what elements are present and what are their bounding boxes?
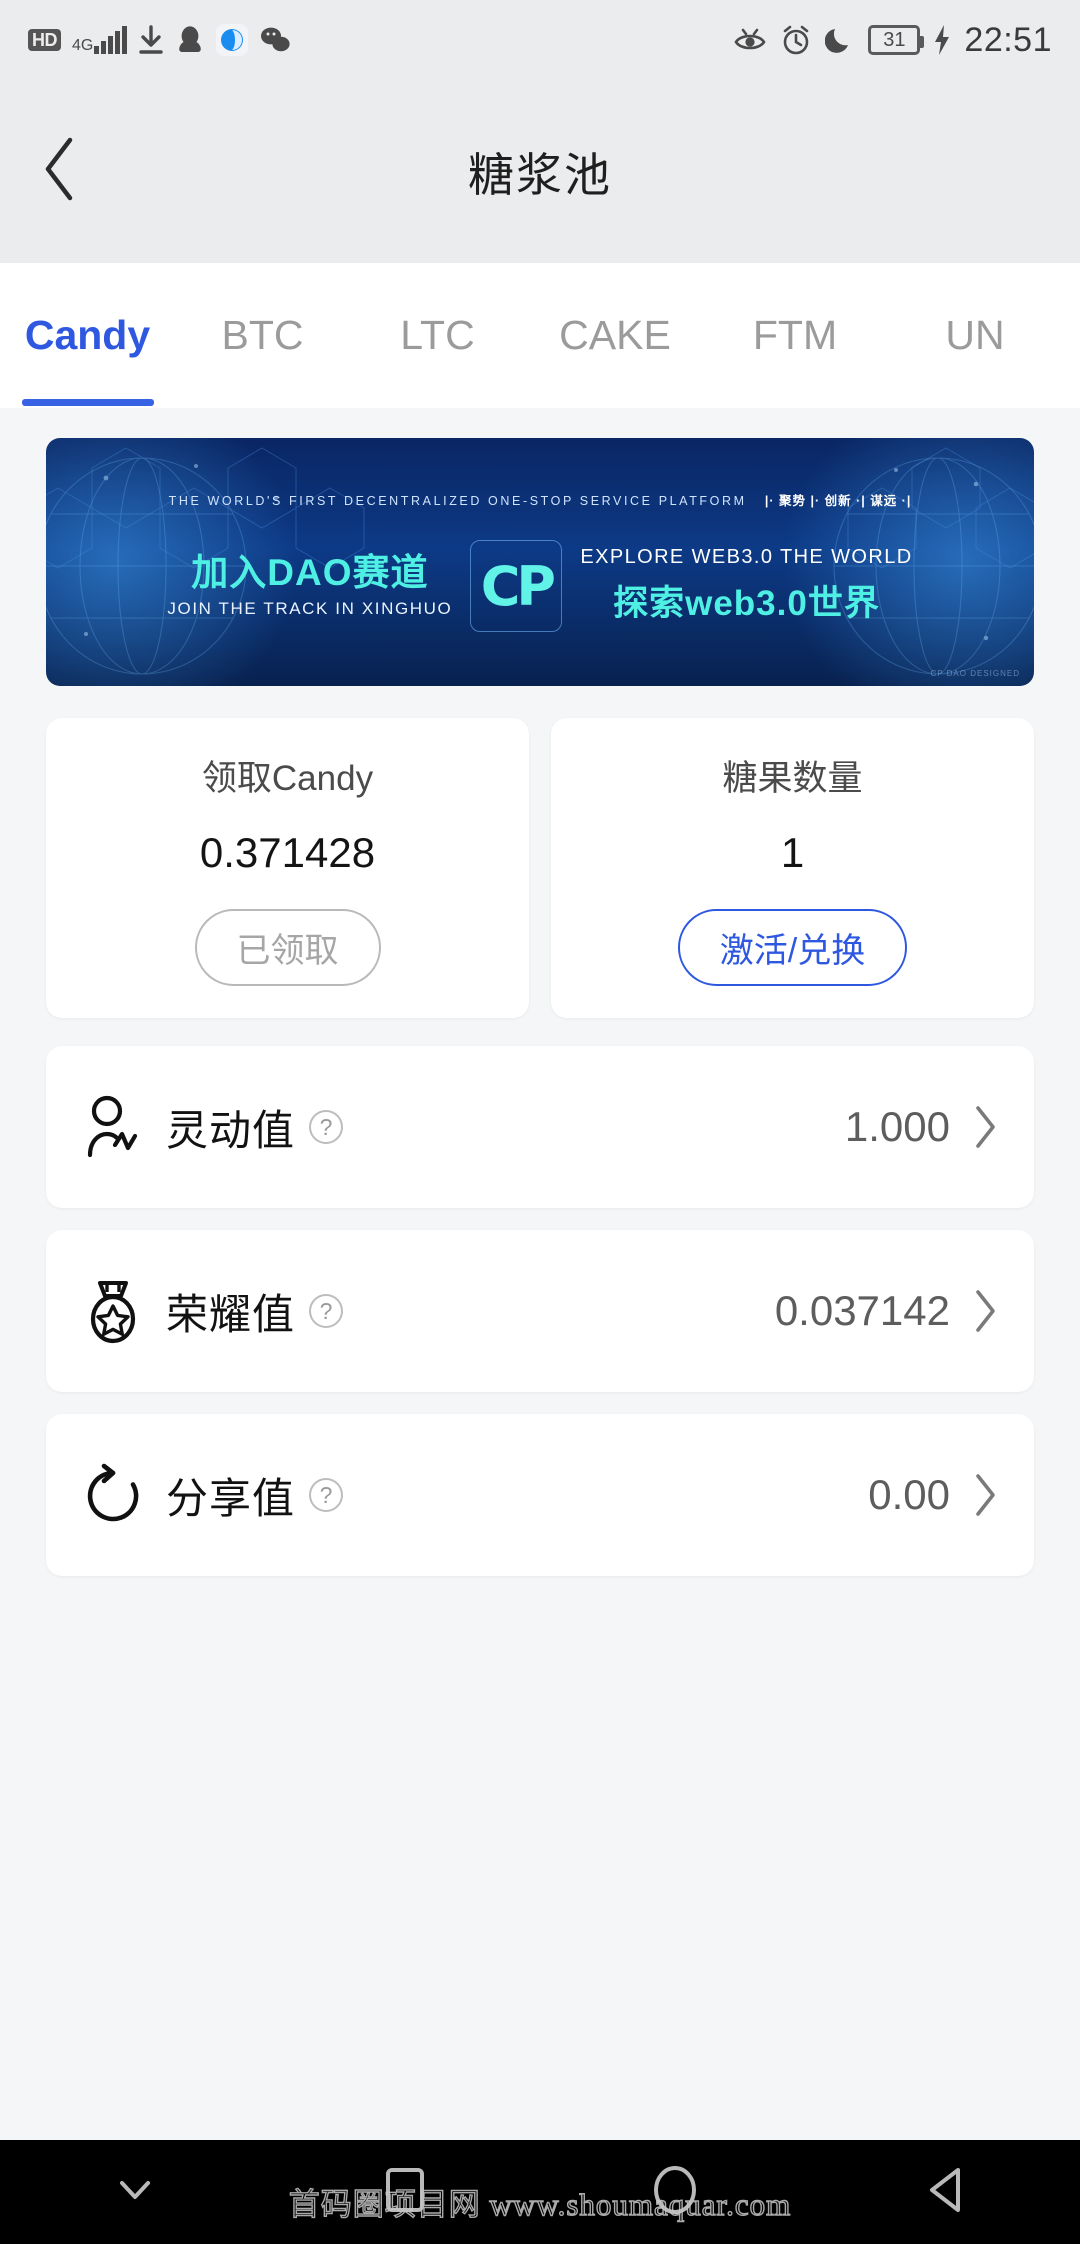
- stat-card-value: 0.371428: [199, 829, 376, 876]
- tab-cake[interactable]: CAKE: [525, 263, 705, 408]
- browser-icon: [216, 24, 249, 56]
- network-type-label: 4G: [72, 37, 94, 54]
- tab-ftm[interactable]: FTM: [705, 263, 885, 408]
- chevron-right-icon: [972, 1472, 998, 1518]
- banner-tagline-cn: |· 聚势 |· 创新 ·| 谋远 ·|: [764, 494, 912, 508]
- banner-logo-box: CP: [470, 540, 563, 632]
- cp-logo-icon: CP: [480, 554, 556, 618]
- app-header: 糖浆池: [0, 80, 1080, 263]
- stat-card: 领取Candy 0.371428 已领取: [46, 718, 529, 1018]
- list-item-value: 1.000: [844, 1103, 950, 1150]
- list-item[interactable]: 灵动值? 1.000: [46, 1046, 1034, 1208]
- share-refresh-icon: [82, 1461, 160, 1529]
- stat-card-action-button[interactable]: 已领取: [194, 909, 381, 986]
- help-icon[interactable]: ?: [309, 1294, 344, 1328]
- tab-active-indicator: [21, 399, 154, 406]
- stat-card-label: 领取Candy: [201, 759, 374, 798]
- banner-tagline: THE WORLD'S FIRST DECENTRALIZED ONE-STOP…: [46, 490, 1034, 509]
- list-item-label: 灵动值: [166, 1106, 296, 1154]
- list-item-value: 0.00: [868, 1471, 950, 1518]
- banner-left-cn: 加入DAO赛道: [191, 551, 429, 593]
- banner-left-block: 加入DAO赛道 JOIN THE TRACK IN XINGHUO: [167, 551, 453, 620]
- banner-right-cn: 探索web3.0世界: [613, 584, 880, 623]
- square-icon: [382, 2166, 428, 2219]
- alarm-icon: [780, 24, 812, 56]
- status-bar-clock: 22:51: [964, 20, 1052, 59]
- help-icon[interactable]: ?: [309, 1110, 344, 1144]
- tab-candy[interactable]: Candy: [0, 263, 175, 408]
- tab-label: FTM: [752, 312, 838, 358]
- banner-main-row: 加入DAO赛道 JOIN THE TRACK IN XINGHUO CP EXP…: [46, 526, 1034, 646]
- tab-btc[interactable]: BTC: [175, 263, 350, 408]
- tab-ltc[interactable]: LTC: [350, 263, 525, 408]
- tab-label: Candy: [24, 312, 151, 358]
- person-pulse-icon: [82, 1093, 160, 1161]
- list-item[interactable]: 分享值? 0.00: [46, 1414, 1034, 1576]
- status-bar-left-icons: HD 4G: [28, 24, 291, 56]
- banner-right-block: EXPLORE WEB3.0 THE WORLD 探索web3.0世界: [580, 546, 912, 626]
- battery-icon: 31: [868, 25, 925, 55]
- charging-bolt-icon: [933, 24, 951, 56]
- token-tab-bar[interactable]: Candy BTC LTC CAKE FTM UN: [0, 263, 1080, 408]
- list-item-value: 0.037142: [774, 1287, 950, 1334]
- phone-screen: HD 4G 31 22:51 糖浆池 Candy BTC LTC CAKE FT…: [0, 0, 1080, 2244]
- stat-card-label: 糖果数量: [722, 759, 863, 798]
- stat-card-row: 领取Candy 0.371428 已领取 糖果数量 1 激活/兑换: [46, 718, 1034, 1018]
- main-content: THE WORLD'S FIRST DECENTRALIZED ONE-STOP…: [0, 408, 1080, 2140]
- banner-right-en: EXPLORE WEB3.0 THE WORLD: [580, 546, 913, 568]
- promo-banner[interactable]: THE WORLD'S FIRST DECENTRALIZED ONE-STOP…: [46, 438, 1034, 686]
- battery-level: 31: [883, 28, 906, 51]
- banner-credit: CP DAO DESIGNED: [930, 669, 1020, 678]
- medal-star-icon: [82, 1277, 160, 1345]
- tab-label: UN: [945, 312, 1005, 358]
- tab-label: LTC: [400, 312, 475, 358]
- back-button[interactable]: [870, 2140, 1020, 2244]
- home-button[interactable]: [600, 2140, 750, 2244]
- tab-un[interactable]: UN: [885, 263, 1065, 408]
- tab-label: BTC: [221, 312, 304, 358]
- qq-icon: [175, 24, 205, 56]
- metric-list: 灵动值? 1.000 荣耀值? 0.037142 分享值? 0.00: [46, 1046, 1034, 1576]
- tab-label: CAKE: [559, 312, 671, 358]
- help-icon[interactable]: ?: [309, 1478, 344, 1512]
- chevron-down-icon: [112, 2175, 158, 2210]
- do-not-disturb-icon: [825, 24, 855, 56]
- signal-bars: [94, 26, 128, 54]
- list-item[interactable]: 荣耀值? 0.037142: [46, 1230, 1034, 1392]
- download-icon: [138, 25, 164, 55]
- status-bar-right-icons: 31 22:51: [733, 21, 1052, 60]
- hd-icon: HD: [28, 29, 61, 51]
- banner-left-en: JOIN THE TRACK IN XINGHUO: [167, 599, 453, 619]
- chevron-right-icon: [972, 1288, 998, 1334]
- recents-button[interactable]: [330, 2140, 480, 2244]
- banner-tagline-en: THE WORLD'S FIRST DECENTRALIZED ONE-STOP…: [168, 494, 747, 508]
- chevron-right-icon: [972, 1104, 998, 1150]
- stat-card-value: 1: [780, 829, 805, 876]
- list-item-label: 分享值: [166, 1474, 296, 1522]
- page-title: 糖浆池: [468, 148, 612, 201]
- hide-keyboard-button[interactable]: [60, 2140, 210, 2244]
- circle-icon: [651, 2164, 699, 2221]
- stat-card-action-button[interactable]: 激活/兑换: [677, 909, 908, 986]
- system-navigation-bar: [0, 2140, 1080, 2244]
- stat-card: 糖果数量 1 激活/兑换: [551, 718, 1034, 1018]
- wechat-icon: [259, 26, 291, 54]
- signal-4g-icon: 4G: [72, 26, 128, 54]
- eye-care-icon: [733, 25, 767, 55]
- status-bar: HD 4G 31 22:51: [0, 0, 1080, 80]
- triangle-left-icon: [922, 2166, 968, 2219]
- list-item-label: 荣耀值: [166, 1290, 296, 1338]
